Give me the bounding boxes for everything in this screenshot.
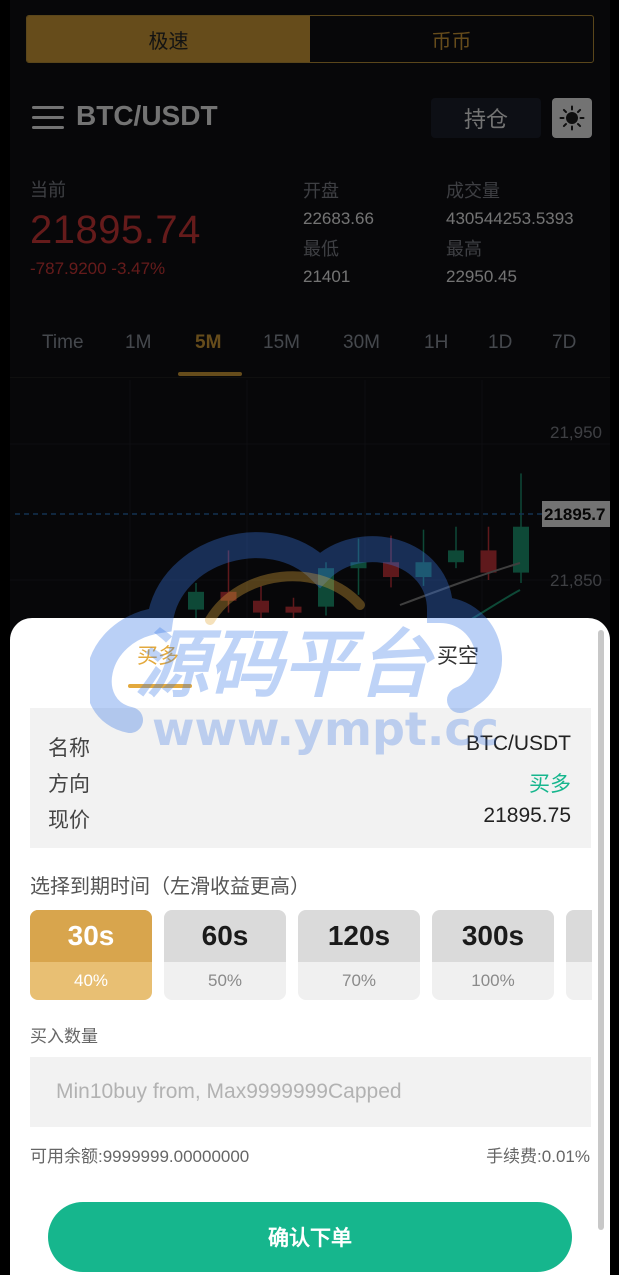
- menu-icon[interactable]: [32, 106, 64, 130]
- price-axis-label: 21,950: [550, 423, 602, 442]
- period-tab[interactable]: 1H: [424, 332, 448, 354]
- low-label: 最低: [303, 239, 339, 259]
- order-sheet: 买多 买空 名称 BTC/USDT 方向 买多 现价 21895.75 选择到期…: [10, 618, 610, 1275]
- fee-rate: 手续费:0.01%: [486, 1147, 590, 1166]
- expiry-rate: 70%: [341, 971, 377, 990]
- period-tab[interactable]: 1M: [125, 332, 151, 354]
- price-label: 现价: [48, 809, 90, 832]
- expiry-rate: 100%: [471, 971, 515, 990]
- order-info-box: 名称 BTC/USDT 方向 买多 现价 21895.75: [30, 708, 591, 848]
- hold-button[interactable]: 持仓: [431, 98, 541, 138]
- expiry-rate: 40%: [73, 971, 109, 990]
- direction-value: 买多: [529, 773, 571, 796]
- candle-body: [318, 568, 334, 607]
- pair-title: BTC/USDT: [76, 100, 218, 131]
- expiry-time: [566, 910, 592, 962]
- expiry-option[interactable]: 60s 50%: [164, 910, 286, 1000]
- period-tab[interactable]: 7D: [552, 332, 576, 354]
- candlestick-chart[interactable]: 21,950 21,850 21895.7: [10, 380, 610, 640]
- expiry-rate: [566, 962, 592, 1000]
- direction-label: 方向: [48, 773, 90, 796]
- high-label: 最高: [446, 239, 482, 259]
- name-label: 名称: [48, 737, 90, 760]
- expiry-option[interactable]: 120s 70%: [298, 910, 420, 1000]
- open-value: 22683.66: [303, 209, 374, 228]
- period-underline: [178, 372, 242, 376]
- period-tab[interactable]: Time: [42, 332, 84, 354]
- candle-body: [253, 600, 269, 613]
- price-value: 21895.75: [483, 804, 571, 827]
- high-value: 22950.45: [446, 267, 517, 286]
- candle-body: [285, 606, 302, 613]
- open-label: 开盘: [303, 181, 339, 201]
- mode-tab-fast[interactable]: 极速: [27, 16, 310, 62]
- volume-label: 成交量: [446, 181, 500, 201]
- confirm-order-button[interactable]: 确认下单: [48, 1202, 572, 1272]
- open-low-block: 开盘 22683.66 最低 21401: [303, 177, 374, 287]
- current-price: 21895.74: [30, 208, 201, 252]
- period-tab[interactable]: 30M: [343, 332, 380, 354]
- candle-body: [383, 562, 399, 578]
- candle-body: [350, 562, 367, 569]
- expiry-option-partial[interactable]: [566, 910, 592, 1000]
- sun-icon: [559, 105, 585, 131]
- mode-tabs: 极速 币币: [26, 15, 594, 63]
- period-tabs: Time 1M 5M 15M 30M 1H 1D 7D: [10, 322, 610, 378]
- scrollbar[interactable]: [598, 630, 604, 1230]
- expiry-rate: 50%: [207, 971, 243, 990]
- low-value: 21401: [303, 267, 351, 286]
- expiry-options[interactable]: 30s 40% 60s 50% 120s 70% 300s 100%: [30, 910, 592, 1002]
- candle-body: [513, 526, 529, 573]
- available-balance: 可用余额:9999999.00000000: [30, 1147, 250, 1166]
- expiry-time: 60s: [164, 910, 286, 962]
- top-bar: BTC/USDT 持仓: [10, 92, 610, 142]
- info-row-direction: 方向 买多: [48, 768, 571, 798]
- expiry-time: 30s: [30, 910, 152, 962]
- tab-buy-short[interactable]: 买空: [437, 640, 479, 670]
- period-tab[interactable]: 1D: [488, 332, 512, 354]
- candle-body: [220, 591, 237, 601]
- info-row-name: 名称 BTC/USDT: [48, 732, 571, 762]
- quantity-input[interactable]: [30, 1057, 591, 1127]
- current-price-block: 当前 21895.74 -787.9200 -3.47%: [30, 176, 201, 279]
- info-row-price: 现价 21895.75: [48, 804, 571, 834]
- expiry-title: 选择到期时间（左滑收益更高）: [30, 876, 310, 898]
- expiry-option-selected[interactable]: 30s 40%: [30, 910, 152, 1000]
- name-value: BTC/USDT: [466, 732, 571, 755]
- quantity-label: 买入数量: [30, 1027, 98, 1046]
- expiry-option[interactable]: 300s 100%: [432, 910, 554, 1000]
- expiry-time: 300s: [432, 910, 554, 962]
- period-tab[interactable]: 15M: [263, 332, 300, 354]
- current-price-tag: 21895.7: [544, 505, 605, 524]
- tab-underline: [128, 684, 192, 688]
- mode-tab-spot[interactable]: 币币: [310, 16, 593, 62]
- volume-value: 430544253.5393: [446, 209, 574, 228]
- current-label: 当前: [30, 180, 66, 200]
- price-axis-label: 21,850: [550, 571, 602, 590]
- period-tab-active[interactable]: 5M: [195, 332, 221, 354]
- expiry-time: 120s: [298, 910, 420, 962]
- candle-body: [415, 562, 432, 578]
- candle-body: [480, 550, 497, 573]
- volume-high-block: 成交量 430544253.5393 最高 22950.45: [446, 177, 574, 287]
- price-change: -787.9200 -3.47%: [30, 259, 166, 278]
- theme-toggle-button[interactable]: [552, 98, 592, 138]
- tab-buy-long[interactable]: 买多: [137, 640, 179, 670]
- candle-body: [188, 591, 204, 610]
- candle-body: [448, 550, 464, 563]
